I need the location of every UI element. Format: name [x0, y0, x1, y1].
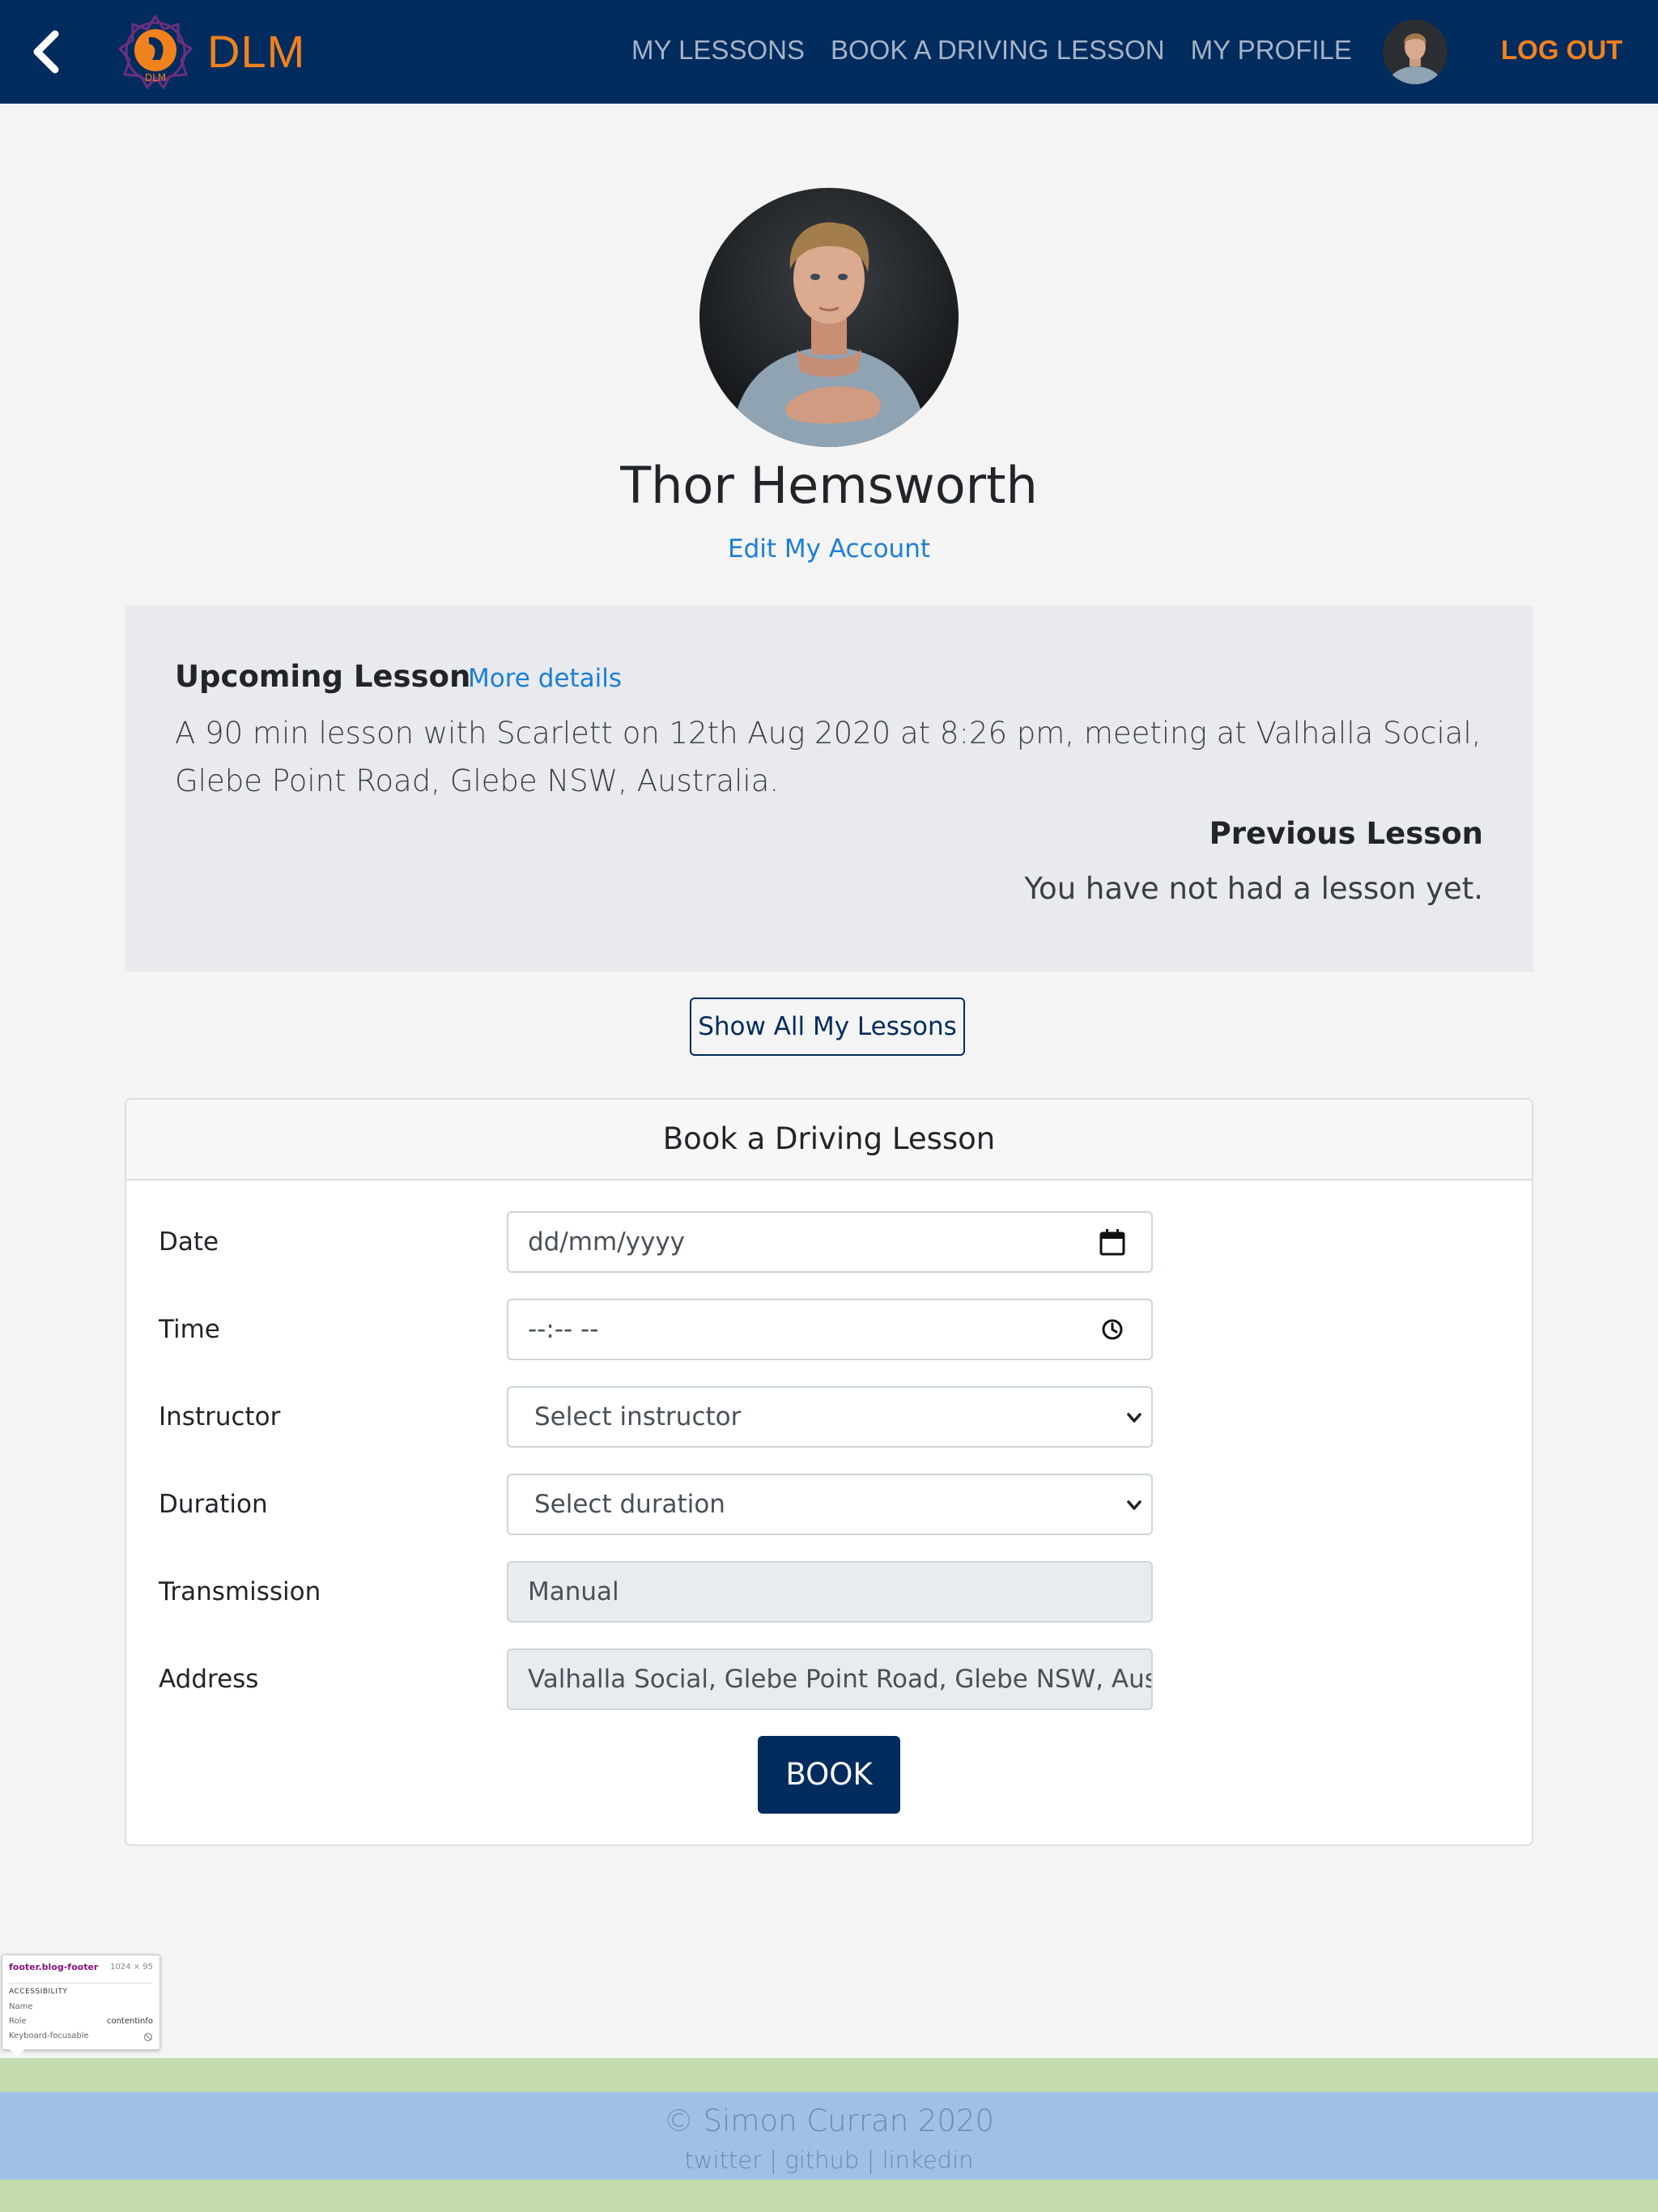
nav-my-lessons[interactable]: MY LESSONS [631, 31, 805, 70]
form-row-time: Time --:-- -- [126, 1299, 1532, 1360]
footer-margin-highlight [0, 2058, 1658, 2092]
devtools-focus-key: Keyboard-focusable [9, 2031, 89, 2040]
nav-links: MY LESSONS BOOK A DRIVING LESSON MY PROF… [631, 31, 1352, 70]
form-row-instructor: Instructor Select instructor [126, 1386, 1532, 1448]
more-details-link[interactable]: More details [468, 659, 622, 698]
twitter-link[interactable]: twitter [684, 2146, 762, 2174]
form-row-date: Date dd/mm/yyyy [126, 1211, 1532, 1273]
duration-label: Duration [159, 1490, 268, 1519]
transmission-field: Manual [507, 1561, 1153, 1623]
devtools-name-key: Name [9, 2002, 33, 2011]
link-separator: | [769, 2146, 785, 2174]
transmission-value: Manual [528, 1577, 619, 1606]
footer: © Simon Curran 2020 twitter | github | l… [0, 2092, 1658, 2180]
not-allowed-icon [143, 2032, 153, 2042]
lessons-summary: Upcoming Lesson More details A 90 min le… [125, 606, 1533, 972]
instructor-label: Instructor [159, 1402, 281, 1431]
booking-card: Book a Driving Lesson Date dd/mm/yyyy Ti… [125, 1098, 1533, 1846]
logo-icon[interactable]: DLM [117, 13, 194, 91]
date-label: Date [159, 1227, 219, 1257]
time-placeholder: --:-- -- [528, 1315, 599, 1344]
devtools-tooltip-arrow [10, 2049, 24, 2057]
copyright-text: © Simon Curran 2020 [663, 2104, 995, 2138]
address-field: Valhalla Social, Glebe Point Road, Glebe… [507, 1648, 1153, 1710]
previous-lesson-text: You have not had a lesson yet. [1024, 871, 1483, 906]
chevron-down-icon [1127, 1413, 1141, 1423]
instructor-selected: Select instructor [534, 1402, 742, 1431]
time-label: Time [159, 1315, 220, 1344]
book-button[interactable]: BOOK [758, 1736, 900, 1814]
form-row-address: Address Valhalla Social, Glebe Point Roa… [126, 1648, 1532, 1710]
devtools-selector: footer.blog-footer [9, 1962, 99, 1972]
svg-text:DLM: DLM [145, 72, 166, 83]
back-arrow-icon[interactable] [24, 24, 68, 79]
date-placeholder: dd/mm/yyyy [528, 1227, 686, 1257]
avatar[interactable] [1383, 19, 1448, 84]
devtools-divider [9, 1983, 153, 1984]
devtools-section: ACCESSIBILITY [9, 1988, 68, 1996]
user-name: Thor Hemsworth [620, 456, 1038, 515]
github-link[interactable]: github [784, 2146, 859, 2174]
duration-selected: Select duration [534, 1490, 725, 1519]
form-row-duration: Duration Select duration [126, 1474, 1532, 1535]
transmission-label: Transmission [159, 1577, 321, 1606]
top-navbar: DLM DLM MY LESSONS BOOK A DRIVING LESSON… [0, 0, 1658, 104]
logout-link[interactable]: LOG OUT [1501, 31, 1622, 70]
footer-margin-highlight [0, 2180, 1658, 2212]
clock-icon[interactable] [1098, 1315, 1127, 1344]
calendar-icon[interactable] [1098, 1227, 1127, 1257]
devtools-dimensions: 1024 × 95 [110, 1963, 153, 1972]
nav-my-profile[interactable]: MY PROFILE [1191, 31, 1352, 70]
logo-text[interactable]: DLM [207, 24, 305, 79]
devtools-tooltip: footer.blog-footer 1024 × 95 ACCESSIBILI… [2, 1955, 160, 2050]
time-input[interactable]: --:-- -- [507, 1299, 1153, 1360]
address-value: Valhalla Social, Glebe Point Road, Glebe… [528, 1665, 1153, 1694]
profile-photo [699, 188, 959, 447]
previous-lesson-title: Previous Lesson [1209, 816, 1483, 851]
date-input[interactable]: dd/mm/yyyy [507, 1211, 1153, 1273]
address-label: Address [159, 1665, 259, 1694]
devtools-role-key: Role [9, 2017, 27, 2026]
form-row-transmission: Transmission Manual [126, 1561, 1532, 1623]
devtools-role-value: contentinfo [106, 2017, 153, 2026]
instructor-select[interactable]: Select instructor [507, 1386, 1153, 1448]
chevron-down-icon [1127, 1500, 1141, 1510]
nav-book-lesson[interactable]: BOOK A DRIVING LESSON [831, 31, 1165, 70]
upcoming-lesson-title: Upcoming Lesson [175, 659, 471, 694]
upcoming-lesson-text: A 90 min lesson with Scarlett on 12th Au… [175, 716, 1482, 798]
edit-account-link[interactable]: Edit My Account [728, 534, 930, 564]
social-links: twitter | github | linkedin [0, 2144, 1658, 2176]
linkedin-link[interactable]: linkedin [882, 2146, 974, 2174]
duration-select[interactable]: Select duration [507, 1474, 1153, 1535]
booking-card-title: Book a Driving Lesson [126, 1100, 1532, 1180]
show-all-lessons-button[interactable]: Show All My Lessons [690, 998, 965, 1056]
link-separator: | [866, 2146, 882, 2174]
